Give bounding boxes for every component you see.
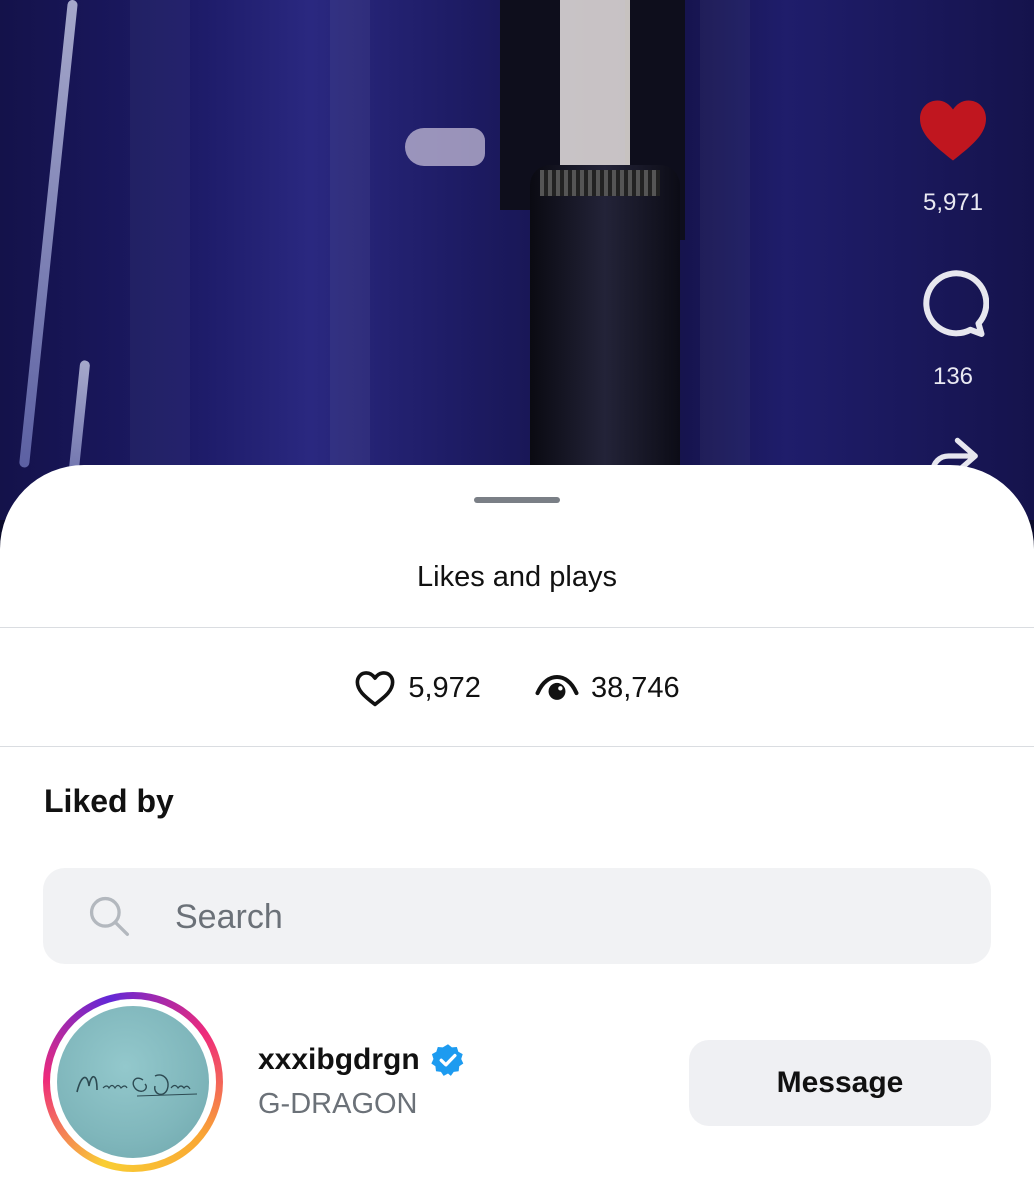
- stage-pole: [18, 0, 78, 468]
- avatar[interactable]: [43, 992, 223, 1172]
- liked-by-heading: Liked by: [44, 783, 174, 819]
- curtain-fold: [330, 0, 370, 520]
- likes-stat: 5,972: [354, 669, 481, 707]
- list-item[interactable]: xxxibgdrgn G-DRAGON Message: [0, 990, 1034, 1180]
- likes-sheet: Likes and plays 5,972 38,746 Liked by Se…: [0, 465, 1034, 1200]
- search-box[interactable]: [43, 868, 991, 966]
- search-input[interactable]: [173, 868, 957, 966]
- curtain-fold: [130, 0, 190, 520]
- avatar-signature-logo: [76, 1074, 198, 1097]
- verified-badge-icon: [431, 1044, 464, 1076]
- comment-action[interactable]: 136: [910, 268, 996, 391]
- search-icon: [89, 896, 129, 936]
- like-action[interactable]: 5,971: [910, 96, 996, 217]
- sheet-grabber[interactable]: [474, 497, 560, 503]
- performer-figure: [540, 170, 660, 196]
- eye-icon: [535, 674, 579, 700]
- performer-figure: [560, 0, 630, 165]
- full-name: G-DRAGON: [258, 1088, 418, 1120]
- username-line: xxxibgdrgn: [258, 1042, 466, 1078]
- comment-icon[interactable]: [917, 268, 990, 340]
- like-count: 5,971: [922, 189, 984, 216]
- views-stat: 38,746: [535, 672, 680, 705]
- views-count: 38,746: [590, 671, 680, 704]
- avatar-image: [57, 1006, 209, 1158]
- username[interactable]: xxxibgdrgn: [258, 1043, 420, 1077]
- sheet-title: Likes and plays: [417, 561, 617, 593]
- heart-filled-icon[interactable]: [917, 96, 989, 162]
- curtain-fold: [700, 0, 750, 520]
- divider: [0, 627, 1034, 628]
- stats-row: 5,972 38,746: [0, 661, 1034, 715]
- performer-figure: [405, 128, 485, 166]
- comment-count: 136: [932, 363, 974, 390]
- video-player[interactable]: 5,971 136: [0, 0, 1034, 520]
- message-button[interactable]: Message: [689, 1040, 991, 1126]
- heart-outline-icon: [355, 671, 395, 707]
- likes-count: 5,972: [408, 671, 481, 704]
- divider: [0, 746, 1034, 747]
